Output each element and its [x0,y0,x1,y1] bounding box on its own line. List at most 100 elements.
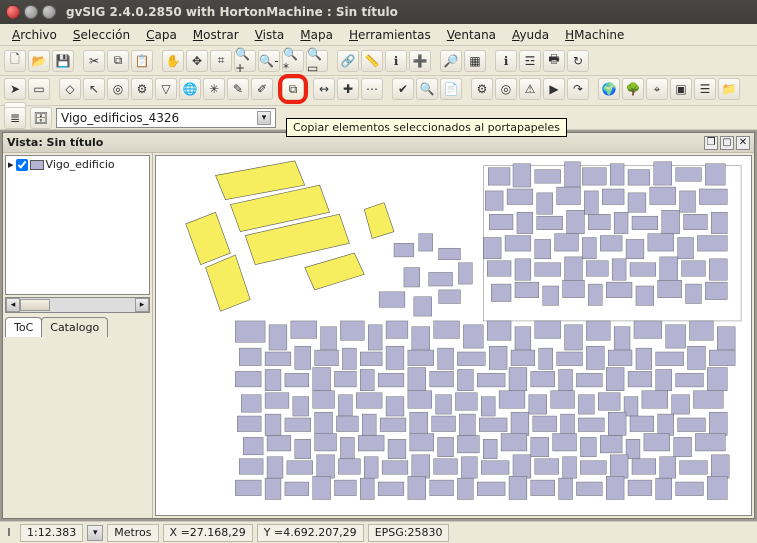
view-maximize-button[interactable]: ▢ [720,136,734,150]
menu-seleccion[interactable]: Selección [65,26,138,44]
status-scale[interactable]: 1:12.383 [20,524,83,542]
chevron-down-icon: ▾ [257,111,271,125]
select-arrow-tool[interactable]: ↖ [83,78,105,100]
fit-button[interactable]: ✥ [186,50,208,72]
menu-ayuda[interactable]: Ayuda [504,26,557,44]
window-title: gvSIG 2.4.0.2850 with HortonMachine : Si… [66,5,398,19]
scroll-thumb[interactable] [20,299,50,311]
props-tool[interactable]: 📄 [440,78,462,100]
layers-tool[interactable]: ☰ [694,78,716,100]
attr-table-button[interactable]: ▦ [464,50,486,72]
go-tool[interactable]: ↷ [567,78,589,100]
folder-tool[interactable]: 📁 [718,78,740,100]
group-tool[interactable]: ▣ [670,78,692,100]
map-canvas[interactable] [155,155,752,516]
gear-tool[interactable]: ⚙ [471,78,493,100]
open-button[interactable]: 📂 [28,50,50,72]
table-done-tool[interactable]: ✔ [392,78,414,100]
side-tabs: ToC Catalogo [5,317,150,337]
view-restore-button[interactable]: ❐ [704,136,718,150]
menu-mapa[interactable]: Mapa [292,26,341,44]
active-layer-combo[interactable]: Vigo_edificios_4326 ▾ [56,108,276,128]
tab-catalogo[interactable]: Catalogo [41,317,108,337]
select-rect-tool[interactable]: ▭ [28,78,50,100]
side-panel: ▸ Vigo_edificio ◂ ▸ ToC Catalogo [3,153,153,518]
tab-toc[interactable]: ToC [5,317,42,337]
warn-tool[interactable]: ⚠ [519,78,541,100]
tree-hscrollbar[interactable]: ◂ ▸ [5,297,150,313]
select-invert-tool[interactable]: ↔ [313,78,335,100]
layer-name-label: Vigo_edificio [46,158,115,171]
tree-expand-icon[interactable]: ▸ [8,158,14,171]
measure-button[interactable]: 📏 [361,50,383,72]
filter-tool[interactable]: ▽ [155,78,177,100]
view-close-button[interactable]: ✕ [736,136,750,150]
layer-swatch-icon [30,160,44,170]
menu-mostrar[interactable]: Mostrar [185,26,247,44]
refresh-button[interactable]: ↻ [567,50,589,72]
globe-tool[interactable]: 🌐 [179,78,201,100]
pan-link-button[interactable]: 🔗 [337,50,359,72]
search-button[interactable]: 🔎 [440,50,462,72]
db-icon[interactable]: 🗄 [30,107,52,129]
status-x: X = 27.168,29 [163,524,253,542]
cut-button[interactable]: ✂ [83,50,105,72]
edit-tool[interactable]: ✎ [227,78,249,100]
layer-visibility-checkbox[interactable] [16,159,28,171]
window-titlebar: gvSIG 2.4.0.2850 with HortonMachine : Si… [0,0,757,24]
paste-button[interactable]: 📋 [131,50,153,72]
legend-button[interactable]: ☲ [519,50,541,72]
grid-tool[interactable]: ⋯ [361,78,383,100]
copy-button[interactable]: ⧉ [107,50,129,72]
layer-tree[interactable]: ▸ Vigo_edificio [5,155,150,295]
zoom-in-button[interactable]: 🔍+ [234,50,256,72]
run-tool[interactable]: ▶ [543,78,565,100]
select-poly-tool[interactable]: ◇ [59,78,81,100]
window-close-button[interactable] [6,5,20,19]
clipboard-copy-icon: ⧉ [289,82,298,97]
status-epsg[interactable]: EPSG:25830 [368,524,450,542]
table-search-tool[interactable]: 🔍 [416,78,438,100]
scale-stepper[interactable]: ▾ [87,525,103,541]
add-layer-button[interactable]: ➕ [409,50,431,72]
node-edit-tool[interactable]: ✚ [337,78,359,100]
menu-vista[interactable]: Vista [247,26,293,44]
print-button[interactable]: 🖶 [543,50,565,72]
zoom-sel-button[interactable]: 🔍▭ [306,50,328,72]
world-tool[interactable]: 🌍 [598,78,620,100]
menu-capa[interactable]: Capa [138,26,185,44]
window-minimize-button[interactable] [24,5,38,19]
menu-archivo[interactable]: Archivo [4,26,65,44]
tree-tool[interactable]: 🌳 [622,78,644,100]
copy-selected-button[interactable]: ⧉ [282,78,304,100]
menu-ventana[interactable]: Ventana [439,26,504,44]
layer-stack-icon[interactable]: ≣ [4,107,26,129]
new-button[interactable]: 🗋 [4,50,26,72]
zoom-full-button[interactable]: 🔍* [282,50,304,72]
view-title: Vista: Sin título [7,136,103,149]
scroll-right-icon[interactable]: ▸ [135,298,149,312]
window-maximize-button[interactable] [42,5,56,19]
scroll-left-icon[interactable]: ◂ [6,298,20,312]
status-bar: I 1:12.383 ▾ Metros X = 27.168,29 Y = 4.… [0,521,757,543]
edit-redo-tool[interactable]: ✐ [251,78,273,100]
pan-button[interactable]: ✋ [162,50,184,72]
status-units[interactable]: Metros [107,524,158,542]
info-button[interactable]: ℹ [495,50,517,72]
target-tool[interactable]: ◎ [495,78,517,100]
identify-button[interactable]: ℹ [385,50,407,72]
menu-hmachine[interactable]: HMachine [557,26,632,44]
toolbar-main: 🗋 📂 💾 ✂ ⧉ 📋 ✋ ✥ ⌗ 🔍+ 🔍‑ 🔍* 🔍▭ 🔗 📏 ℹ ➕ 🔎 … [0,46,757,76]
save-button[interactable]: 💾 [52,50,74,72]
georef-tool[interactable]: ⌖ [646,78,668,100]
active-layer-value: Vigo_edificios_4326 [61,111,179,125]
menu-herramientas[interactable]: Herramientas [341,26,439,44]
network-tool[interactable]: ✳ [203,78,225,100]
select-attr-tool[interactable]: ⚙ [131,78,153,100]
tree-row[interactable]: ▸ Vigo_edificio [8,158,147,171]
zoom-out-button[interactable]: 🔍‑ [258,50,280,72]
status-cursor-icon: I [2,526,16,539]
select-buffer-tool[interactable]: ◎ [107,78,129,100]
zoom-rect-button[interactable]: ⌗ [210,50,232,72]
pointer-tool[interactable]: ➤ [4,78,26,100]
